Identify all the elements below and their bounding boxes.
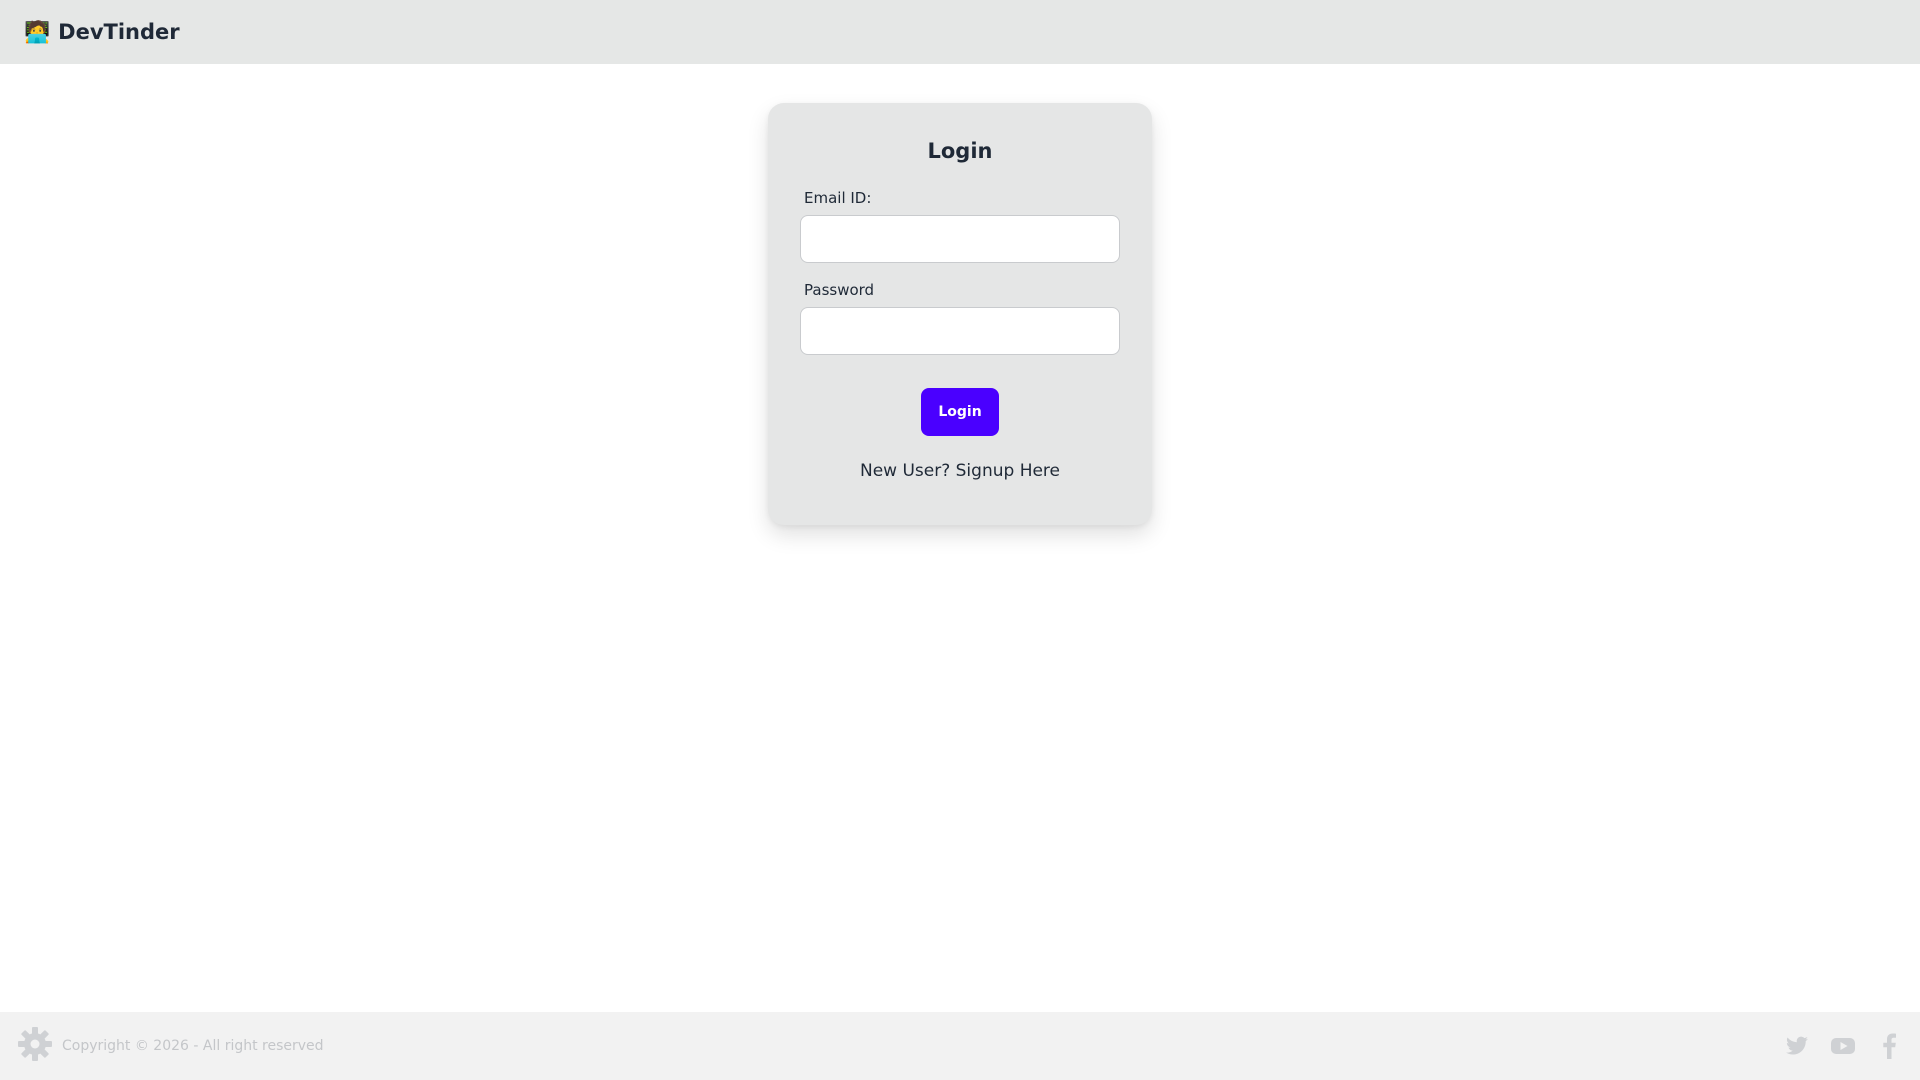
password-label: Password [804,281,875,299]
brand-name: DevTinder [58,20,180,44]
login-card: Login Email ID: Password Login New User?… [768,103,1152,525]
facebook-icon[interactable] [1876,1033,1902,1059]
login-title: Login [927,139,993,163]
gear-icon [16,1025,54,1067]
developer-emoji-icon: 🧑‍💻 [24,19,51,44]
copyright-text: Copyright © 2026 - All right reserved [62,1038,324,1054]
navbar: 🧑‍💻 DevTinder [0,0,1920,64]
footer: Copyright © 2026 - All right reserved [0,1012,1920,1080]
twitter-icon[interactable] [1784,1033,1810,1059]
login-button[interactable]: Login [921,388,999,436]
password-field[interactable] [800,307,1120,355]
email-label: Email ID: [804,189,872,207]
brand-link[interactable]: 🧑‍💻 DevTinder [24,20,180,45]
signup-link[interactable]: New User? Signup Here [768,461,1152,481]
youtube-icon[interactable] [1830,1033,1856,1059]
email-field[interactable] [800,215,1120,263]
